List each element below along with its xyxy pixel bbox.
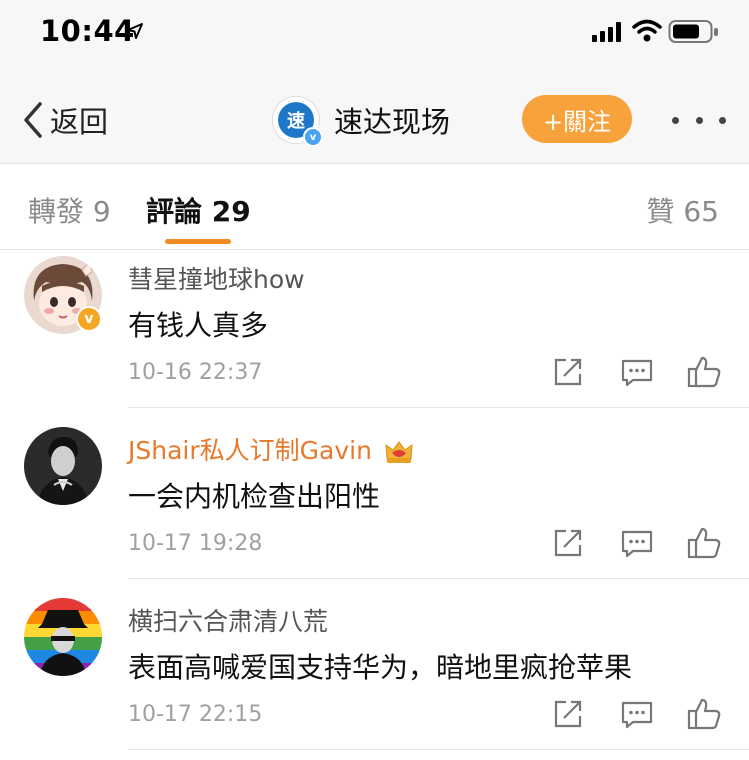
verified-badge-icon: v — [76, 306, 102, 332]
comment-timestamp: 10-17 22:15 — [128, 702, 263, 727]
thumbs-up-icon[interactable] — [686, 696, 722, 732]
divider — [128, 407, 749, 408]
cellular-signal-icon — [592, 22, 621, 42]
tab-comments[interactable]: 評論 29 — [146, 190, 251, 230]
comment-item: JShair私人订制Gavin 一会内机检查出阳性 10-17 19:28 — [0, 421, 749, 592]
account-avatar[interactable]: 速 v — [272, 96, 323, 147]
thumbs-up-icon[interactable] — [686, 354, 722, 390]
comment-timestamp: 10-16 22:37 — [128, 360, 263, 385]
back-button[interactable]: 返回 — [22, 98, 108, 142]
back-label: 返回 — [50, 105, 109, 139]
top-header-area: 10:44 返回 速 v 速达现场 +關注 — [0, 0, 749, 164]
comment-username[interactable]: 彗星撞地球how — [128, 260, 305, 296]
comment-text: 表面高喊爱国支持华为，暗地里疯抢苹果 — [128, 651, 633, 684]
follow-button[interactable]: +關注 — [522, 95, 632, 143]
active-tab-indicator — [165, 239, 231, 244]
comment-text: 有钱人真多 — [128, 309, 269, 342]
comment-timestamp: 10-17 19:28 — [128, 531, 263, 556]
more-options-button[interactable] — [672, 106, 726, 134]
comment-icon[interactable] — [619, 354, 655, 390]
tab-likes[interactable]: 贊 65 — [646, 190, 719, 230]
chevron-left-icon — [24, 102, 42, 138]
status-time: 10:44 — [40, 14, 135, 48]
share-icon[interactable] — [550, 525, 586, 561]
comment-text: 一会内机检查出阳性 — [128, 480, 381, 513]
comment-icon[interactable] — [619, 525, 655, 561]
divider — [128, 749, 749, 750]
comment-username-text: JShair私人订制Gavin — [128, 436, 372, 465]
comment-icon[interactable] — [619, 696, 655, 732]
location-arrow-icon — [127, 23, 143, 39]
battery-icon — [668, 20, 718, 43]
more-dots-icon — [672, 116, 679, 124]
share-icon[interactable] — [550, 354, 586, 390]
tab-reposts[interactable]: 轉發 9 — [28, 190, 111, 230]
account-name: 速达现场 — [334, 105, 451, 139]
wifi-icon — [632, 19, 662, 42]
comment-item: v 彗星撞地球how 有钱人真多 10-16 22:37 — [0, 250, 749, 421]
share-icon[interactable] — [550, 696, 586, 732]
comment-item: 横扫六合肃清八荒 表面高喊爱国支持华为，暗地里疯抢苹果 10-17 22:15 — [0, 592, 749, 760]
account-header[interactable]: 速 v 速达现场 — [272, 94, 451, 147]
vip-crown-icon — [385, 441, 413, 463]
comment-username[interactable]: 横扫六合肃清八荒 — [128, 602, 328, 638]
navigation-bar: 返回 速 v 速达现场 +關注 — [0, 76, 749, 164]
avatar[interactable] — [24, 427, 102, 505]
status-bar: 10:44 — [0, 0, 749, 64]
avatar[interactable] — [24, 598, 102, 676]
comment-username[interactable]: JShair私人订制Gavin — [128, 431, 414, 467]
verified-badge-icon: v — [303, 127, 323, 147]
thumbs-up-icon[interactable] — [686, 525, 722, 561]
divider — [128, 578, 749, 579]
tab-bar: 轉發 9 評論 29 贊 65 — [0, 164, 749, 250]
